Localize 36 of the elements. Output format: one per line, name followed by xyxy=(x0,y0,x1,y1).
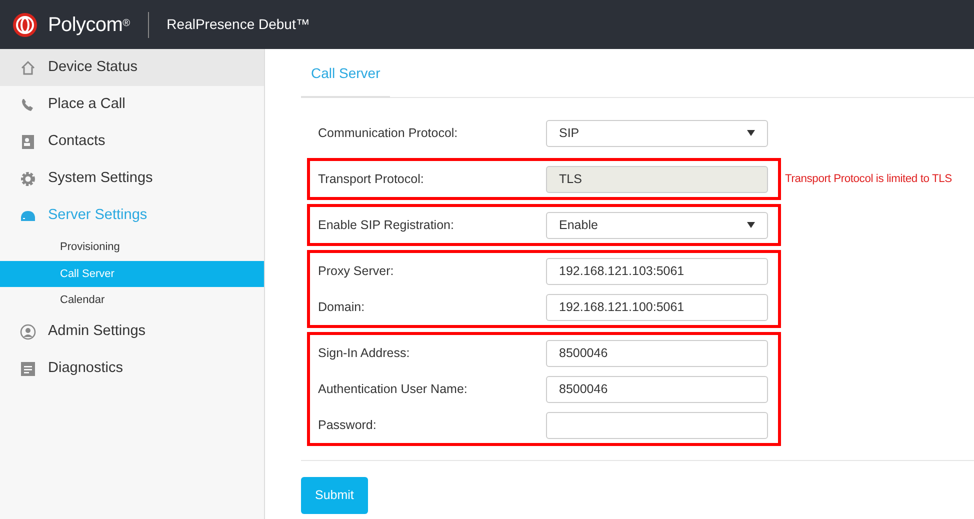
dropdown[interactable]: Enable xyxy=(546,212,768,238)
home-icon xyxy=(20,60,36,76)
brand-name: Polycom$^{®}$ xyxy=(48,12,130,38)
logo-icon xyxy=(12,12,38,38)
sidebar-item[interactable]: Admin Settings xyxy=(0,314,264,350)
phone-icon xyxy=(20,96,36,112)
field-label: Transport Protocol: xyxy=(318,170,425,188)
dropdown[interactable]: SIP xyxy=(546,120,768,146)
sidebar-item[interactable]: System Settings xyxy=(0,160,264,197)
sidebar-item[interactable]: Diagnostics xyxy=(0,350,264,388)
sidebar-item[interactable]: Contacts xyxy=(0,123,264,160)
gear-icon xyxy=(20,170,36,186)
contact-card-icon xyxy=(20,134,36,150)
sidebar-item[interactable]: Device Status xyxy=(0,49,264,86)
field-label: Proxy Server: xyxy=(318,262,395,280)
field-label: Sign-In Address: xyxy=(318,344,411,362)
field-label: Authentication User Name: xyxy=(318,380,468,398)
field-label: Password: xyxy=(318,416,378,434)
document-icon xyxy=(20,361,36,377)
field-label: Domain: xyxy=(318,298,366,316)
field-label: Enable SIP Registration: xyxy=(318,216,455,234)
caret-icon xyxy=(747,222,755,228)
input-field[interactable]: 192.168.121.103:5061 xyxy=(546,258,768,284)
field-label: Communication Protocol: xyxy=(318,124,459,142)
error-message: Transport Protocol is limited to TLS xyxy=(785,172,952,187)
password-field[interactable] xyxy=(546,412,768,438)
input-field[interactable]: 8500046 xyxy=(546,376,768,402)
input-field[interactable]: TLS xyxy=(546,166,768,192)
user-icon xyxy=(20,324,36,340)
sidebar-item[interactable]: Place a Call xyxy=(0,86,264,123)
sidebar-subitem[interactable]: Provisioning xyxy=(0,234,264,260)
input-field[interactable]: 8500046 xyxy=(546,340,768,366)
caret-icon xyxy=(747,130,755,136)
product-name: RealPresence Debut™ xyxy=(166,15,310,34)
sidebar-subitem[interactable]: Calendar xyxy=(0,287,264,314)
input-field[interactable]: 192.168.121.100:5061 xyxy=(546,294,768,320)
